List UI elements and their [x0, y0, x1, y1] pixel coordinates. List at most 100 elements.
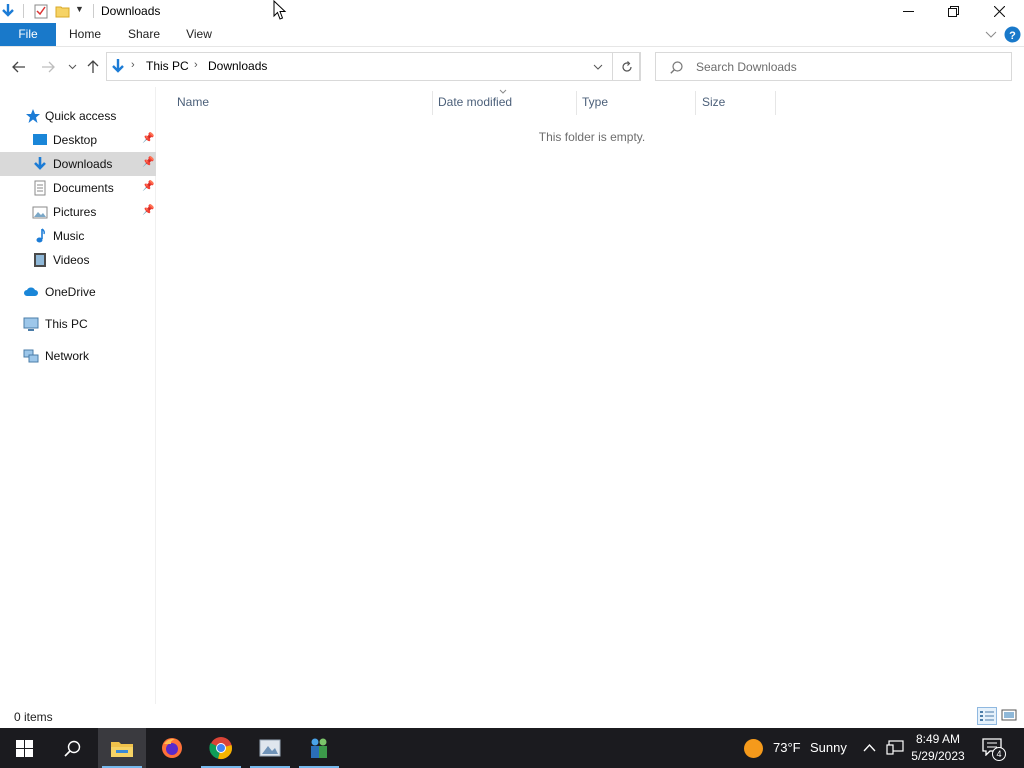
properties-icon[interactable] [33, 3, 49, 19]
image-viewer-icon [259, 739, 281, 757]
sidebar-item-label: Quick access [45, 109, 117, 123]
downloads-icon [34, 157, 46, 170]
tab-view[interactable]: View [178, 23, 220, 46]
search-box[interactable] [655, 52, 1012, 81]
column-divider[interactable] [695, 91, 696, 115]
address-bar[interactable]: › This PC › Downloads [106, 52, 640, 81]
column-divider[interactable] [432, 91, 433, 115]
close-icon [993, 6, 1005, 17]
back-button[interactable] [9, 57, 29, 77]
mouse-cursor-icon [273, 0, 287, 20]
sidebar-item-this-pc[interactable]: This PC [0, 312, 156, 336]
music-icon [36, 228, 45, 243]
computer-icon [23, 317, 39, 331]
search-input[interactable] [696, 58, 996, 76]
column-header-name[interactable]: Name [177, 95, 209, 113]
search-icon [670, 61, 683, 74]
clock-time: 8:49 AM [915, 732, 961, 746]
sidebar-item-label: Pictures [53, 205, 97, 219]
show-hidden-icons-icon[interactable] [863, 743, 876, 752]
expand-ribbon-icon[interactable] [985, 31, 997, 39]
breadcrumb-separator: › [194, 59, 198, 71]
taskbar-app-4[interactable] [246, 728, 294, 768]
sidebar-item-downloads[interactable]: Downloads 📌 [0, 152, 156, 176]
tab-file[interactable]: File [0, 23, 56, 46]
new-folder-icon[interactable] [55, 3, 71, 19]
back-arrow-icon [12, 61, 25, 73]
pictures-icon [32, 206, 48, 219]
refresh-button[interactable] [612, 52, 641, 81]
action-center-button[interactable]: 4 [982, 738, 1006, 761]
column-header-type[interactable]: Type [582, 95, 608, 113]
column-divider[interactable] [775, 91, 776, 115]
sidebar-item-videos[interactable]: Videos [0, 248, 156, 272]
navigation-bar: › This PC › Downloads [0, 47, 1024, 87]
sidebar-item-music[interactable]: Music [0, 224, 156, 248]
windows-logo-icon [15, 739, 33, 757]
taskbar: 73°F Sunny 8:49 AM 5/29/2023 4 [0, 728, 1024, 768]
forward-arrow-icon [42, 61, 55, 73]
notification-count-badge: 4 [992, 747, 1006, 761]
tab-share[interactable]: Share [121, 23, 167, 46]
downloads-icon[interactable] [0, 3, 16, 19]
weather-temperature[interactable]: 73°F [773, 740, 801, 755]
restore-icon [947, 6, 959, 17]
sidebar-item-label: Documents [53, 181, 114, 195]
help-icon[interactable]: ? [1004, 26, 1021, 43]
pin-icon: 📌 [142, 133, 155, 144]
column-header-date-modified[interactable]: Date modified [438, 95, 512, 113]
pin-icon: 📌 [142, 205, 155, 216]
taskbar-file-explorer[interactable] [98, 728, 146, 768]
desktop-icon [33, 134, 47, 145]
sidebar-item-label: Network [45, 349, 90, 363]
search-icon [63, 740, 80, 757]
recent-locations-button[interactable] [62, 57, 82, 77]
item-count: 0 items [14, 710, 53, 724]
breadcrumb-downloads[interactable]: Downloads [208, 59, 267, 73]
minimize-icon [902, 11, 914, 12]
status-bar: 0 items [0, 704, 1024, 728]
sidebar-item-quick-access[interactable]: Quick access [0, 104, 156, 128]
minimize-button[interactable] [885, 0, 931, 23]
close-button[interactable] [976, 0, 1022, 23]
taskbar-chrome[interactable] [197, 728, 245, 768]
address-history-icon[interactable] [593, 64, 603, 71]
customize-toolbar-icon[interactable]: ▼ [75, 4, 84, 14]
up-button[interactable] [83, 57, 103, 77]
sidebar-item-label: Music [53, 229, 85, 243]
users-app-icon [311, 738, 327, 758]
navigation-pane: Quick access Desktop 📌 Downloads 📌 Docum… [0, 87, 156, 704]
restore-button[interactable] [930, 0, 976, 23]
forward-button[interactable] [38, 57, 58, 77]
column-header-size[interactable]: Size [702, 95, 725, 113]
cloud-icon [24, 287, 38, 296]
taskbar-app-5[interactable] [295, 728, 343, 768]
tab-home[interactable]: Home [62, 23, 108, 46]
details-view-button[interactable] [977, 707, 997, 725]
weather-description[interactable]: Sunny [810, 740, 847, 755]
sidebar-item-desktop[interactable]: Desktop 📌 [0, 128, 156, 152]
videos-icon [34, 253, 46, 267]
sort-indicator-icon [499, 89, 507, 94]
start-button[interactable] [0, 728, 48, 768]
firefox-icon [162, 738, 182, 758]
network-icon [23, 349, 39, 363]
system-clock[interactable]: 8:49 AM 5/29/2023 [903, 731, 973, 765]
sun-icon[interactable] [743, 738, 764, 759]
toolbar-separator [23, 4, 24, 18]
svg-text:?: ? [1009, 30, 1016, 42]
taskbar-search-button[interactable] [48, 728, 96, 768]
breadcrumb-this-pc[interactable]: This PC [146, 59, 189, 73]
sidebar-item-pictures[interactable]: Pictures 📌 [0, 200, 156, 224]
pin-icon: 📌 [142, 181, 155, 192]
network-status-icon[interactable] [886, 740, 904, 756]
sidebar-item-onedrive[interactable]: OneDrive [0, 280, 156, 304]
refresh-icon [621, 60, 632, 72]
taskbar-firefox[interactable] [148, 728, 196, 768]
column-divider[interactable] [576, 91, 577, 115]
large-icons-view-button[interactable] [1000, 707, 1020, 725]
sidebar-item-documents[interactable]: Documents 📌 [0, 176, 156, 200]
file-list[interactable]: Name Date modified Type Size This folder… [157, 87, 1024, 704]
downloads-icon [112, 59, 124, 73]
sidebar-item-network[interactable]: Network [0, 344, 156, 368]
